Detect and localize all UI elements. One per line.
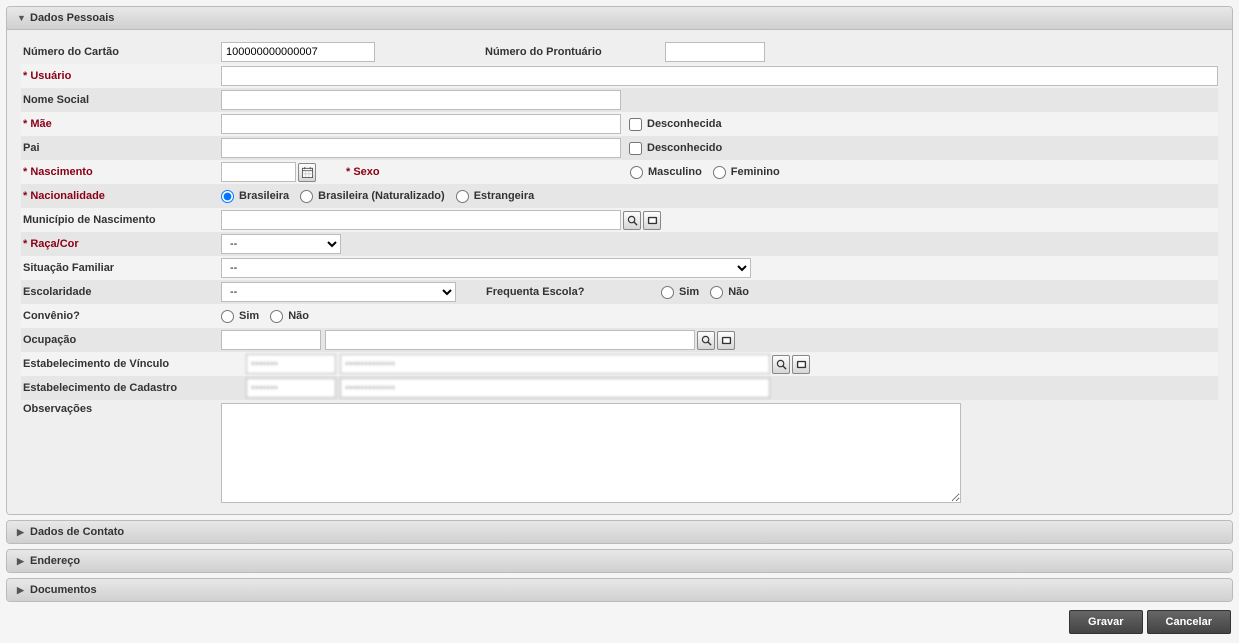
user-input[interactable] — [221, 66, 1218, 86]
birth-city-input[interactable] — [221, 210, 621, 230]
search-icon[interactable] — [697, 331, 715, 350]
label-birth: * Nascimento — [21, 166, 221, 178]
mother-input[interactable] — [221, 114, 621, 134]
birth-date-input[interactable] — [221, 162, 296, 182]
label-mother-unknown: Desconhecida — [647, 118, 722, 130]
schooling-select[interactable]: -- — [221, 282, 456, 302]
label-father: Pai — [21, 142, 221, 154]
panel-header-documents[interactable]: ▶ Documentos — [7, 579, 1232, 601]
notes-textarea[interactable] — [221, 403, 961, 503]
label-nat-br: Brasileira — [239, 190, 289, 202]
caret-right-icon: ▶ — [17, 585, 25, 596]
caret-right-icon: ▶ — [17, 556, 25, 567]
caret-right-icon: ▶ — [17, 527, 25, 538]
panel-header-contact[interactable]: ▶ Dados de Contato — [7, 521, 1232, 543]
cancel-button[interactable]: Cancelar — [1147, 610, 1231, 634]
label-sex-female: Feminino — [731, 166, 780, 178]
mother-unknown-checkbox[interactable] — [629, 118, 642, 131]
attends-no-radio[interactable] — [710, 286, 723, 299]
label-insurance-no: Não — [288, 310, 309, 322]
search-icon[interactable] — [772, 355, 790, 374]
label-notes: Observações — [21, 403, 221, 415]
label-race: * Raça/Cor — [21, 238, 221, 250]
sex-male-radio[interactable] — [630, 166, 643, 179]
label-insurance-yes: Sim — [239, 310, 259, 322]
race-select[interactable]: -- — [221, 234, 341, 254]
insurance-no-radio[interactable] — [270, 310, 283, 323]
panel-title-documents: Documentos — [30, 584, 97, 596]
clear-icon[interactable] — [717, 331, 735, 350]
caret-down-icon: ▼ — [17, 13, 25, 23]
insurance-yes-radio[interactable] — [221, 310, 234, 323]
label-attends-no: Não — [728, 286, 749, 298]
clear-icon[interactable] — [792, 355, 810, 374]
social-name-input[interactable] — [221, 90, 621, 110]
reg-est-name-input — [340, 378, 770, 398]
panel-header-address[interactable]: ▶ Endereço — [7, 550, 1232, 572]
label-nat-naturalized: Brasileira (Naturalizado) — [318, 190, 445, 202]
panel-documents: ▶ Documentos — [6, 578, 1233, 602]
label-link-est: Estabelecimento de Vínculo — [21, 358, 246, 370]
panel-body-personal: Número do Cartão Número do Prontuário * … — [7, 30, 1232, 514]
nationality-naturalized-radio[interactable] — [300, 190, 313, 203]
reg-est-code-input — [246, 378, 336, 398]
calendar-icon[interactable] — [298, 163, 316, 182]
card-number-input[interactable] — [221, 42, 375, 62]
label-father-unknown: Desconhecido — [647, 142, 722, 154]
label-user: * Usuário — [21, 70, 221, 82]
panel-header-personal[interactable]: ▼ Dados Pessoais — [7, 7, 1232, 30]
panel-title-contact: Dados de Contato — [30, 526, 124, 538]
label-attends-school: Frequenta Escola? — [456, 286, 631, 298]
action-button-bar: Gravar Cancelar — [6, 607, 1233, 634]
label-schooling: Escolaridade — [21, 286, 221, 298]
label-nationality: * Nacionalidade — [21, 190, 221, 202]
father-input[interactable] — [221, 138, 621, 158]
panel-title-address: Endereço — [30, 555, 80, 567]
attends-yes-radio[interactable] — [661, 286, 674, 299]
label-social-name: Nome Social — [21, 94, 221, 106]
occupation-code-input[interactable] — [221, 330, 321, 350]
label-sex: * Sexo — [316, 166, 490, 178]
label-insurance: Convênio? — [21, 310, 221, 322]
label-mother: * Mãe — [21, 118, 221, 130]
panel-address: ▶ Endereço — [6, 549, 1233, 573]
panel-contact: ▶ Dados de Contato — [6, 520, 1233, 544]
label-occupation: Ocupação — [21, 334, 221, 346]
label-family-status: Situação Familiar — [21, 262, 221, 274]
save-button[interactable]: Gravar — [1069, 610, 1142, 634]
link-est-name-input[interactable] — [340, 354, 770, 374]
occupation-name-input[interactable] — [325, 330, 695, 350]
label-birth-city: Município de Nascimento — [21, 214, 221, 226]
link-est-code-input[interactable] — [246, 354, 336, 374]
label-attends-yes: Sim — [679, 286, 699, 298]
label-chart-number: Número do Prontuário — [375, 46, 665, 58]
nationality-foreign-radio[interactable] — [456, 190, 469, 203]
label-reg-est: Estabelecimento de Cadastro — [21, 382, 246, 394]
family-status-select[interactable]: -- — [221, 258, 751, 278]
father-unknown-checkbox[interactable] — [629, 142, 642, 155]
panel-title-personal: Dados Pessoais — [30, 12, 114, 24]
clear-icon[interactable] — [643, 211, 661, 230]
label-card-number: Número do Cartão — [21, 46, 221, 58]
sex-female-radio[interactable] — [713, 166, 726, 179]
label-nat-foreign: Estrangeira — [474, 190, 535, 202]
panel-personal-data: ▼ Dados Pessoais Número do Cartão Número… — [6, 6, 1233, 515]
label-sex-male: Masculino — [648, 166, 702, 178]
nationality-br-radio[interactable] — [221, 190, 234, 203]
search-icon[interactable] — [623, 211, 641, 230]
chart-number-input[interactable] — [665, 42, 765, 62]
